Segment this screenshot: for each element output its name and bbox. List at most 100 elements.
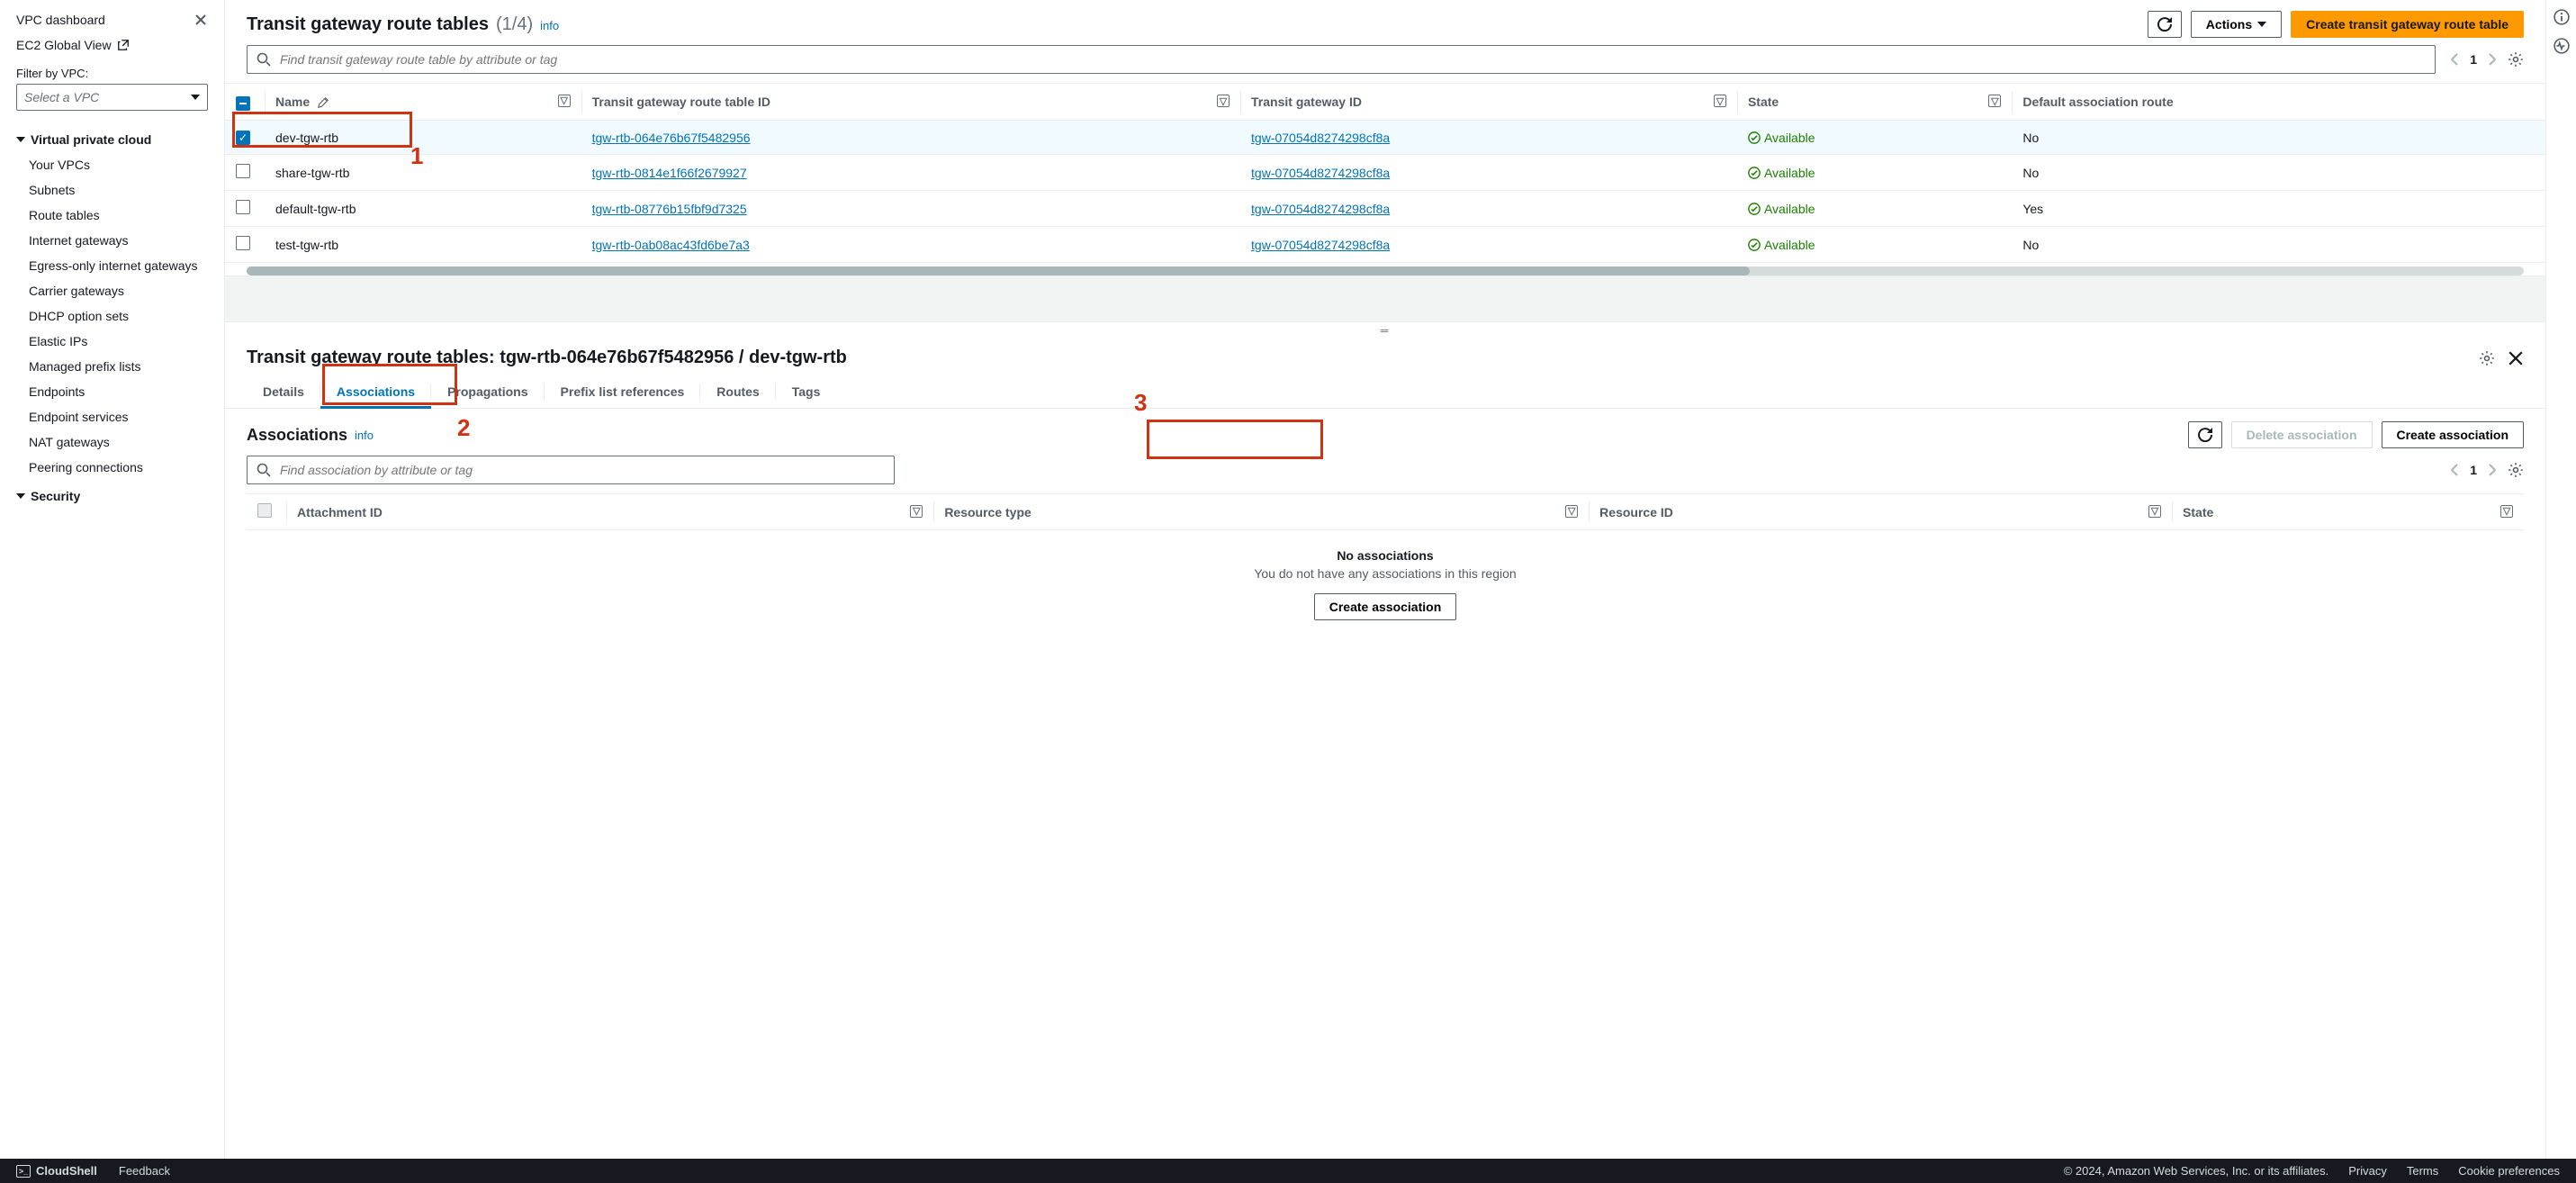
privacy-link[interactable]: Privacy [2348,1164,2387,1178]
next-page-icon[interactable] [2488,464,2497,476]
route-table-id-link[interactable]: tgw-rtb-064e76b67f5482956 [592,131,751,145]
cookie-preferences-link[interactable]: Cookie preferences [2458,1164,2560,1178]
actions-button[interactable]: Actions [2191,11,2282,38]
diagnostics-icon[interactable] [2553,38,2570,54]
settings-icon[interactable] [2508,51,2524,68]
associations-heading: Associations info [247,426,374,445]
row-checkbox[interactable]: ✓ [236,131,250,145]
sidebar-link[interactable]: Peering connections [16,455,208,480]
search-associations-input[interactable] [247,456,895,484]
transit-gateway-id-link[interactable]: tgw-07054d8274298cf8a [1251,238,1390,252]
panel-drag-handle[interactable]: ═ [225,321,2545,339]
state-badge: Available [1748,202,2001,216]
close-sidebar-icon[interactable] [194,13,208,27]
row-checkbox[interactable] [236,200,250,214]
tab-propagations[interactable]: Propagations [431,375,544,408]
table-row[interactable]: test-tgw-rtbtgw-rtb-0ab08ac43fd6be7a3tgw… [225,227,2545,263]
sort-icon[interactable]: ▽ [1217,95,1229,107]
select-all-checkbox[interactable] [236,96,250,111]
check-circle-icon [1748,131,1761,144]
caret-down-icon [16,493,25,499]
route-table-id-link[interactable]: tgw-rtb-0814e1f66f2679927 [592,166,747,180]
terms-link[interactable]: Terms [2407,1164,2438,1178]
sidebar-link[interactable]: Egress-only internet gateways [16,253,208,278]
section-virtual-private-cloud[interactable]: Virtual private cloud [16,123,208,152]
sidebar-link[interactable]: Subnets [16,177,208,203]
detail-panel-title: Transit gateway route tables: tgw-rtb-06… [247,348,847,368]
tab-details[interactable]: Details [247,375,320,408]
prev-page-icon[interactable] [2450,464,2459,476]
sidebar-link[interactable]: Endpoint services [16,404,208,429]
cell-default-assoc: No [2012,227,2545,263]
caret-down-icon [2257,22,2266,27]
sidebar-link[interactable]: Route tables [16,203,208,228]
table-row[interactable]: default-tgw-rtbtgw-rtb-08776b15fbf9d7325… [225,191,2545,227]
tab-associations[interactable]: Associations [320,375,431,408]
search-icon [257,52,271,67]
sort-icon[interactable]: ▽ [1565,505,1578,518]
sort-icon[interactable]: ▽ [1714,95,1726,107]
page-title: Transit gateway route tables (1/4) info [247,14,559,35]
create-association-button[interactable]: Create association [2382,421,2525,448]
sort-icon[interactable]: ▽ [910,505,923,518]
sort-icon[interactable]: ▽ [2148,505,2161,518]
sidebar-link[interactable]: Endpoints [16,379,208,404]
sidebar-link[interactable]: Managed prefix lists [16,354,208,379]
ec2-global-view-link[interactable]: EC2 Global View [16,32,208,58]
cloudshell-button[interactable]: >_ CloudShell [16,1164,97,1178]
sort-icon[interactable]: ▽ [2500,505,2513,518]
info-link[interactable]: info [355,429,374,442]
edit-icon[interactable] [317,96,329,109]
section-security[interactable]: Security [16,480,208,509]
tab-prefix-list-references[interactable]: Prefix list references [545,375,701,408]
state-badge: Available [1748,238,2001,252]
sidebar-link[interactable]: Carrier gateways [16,278,208,303]
transit-gateway-id-link[interactable]: tgw-07054d8274298cf8a [1251,166,1390,180]
cell-default-assoc: No [2012,121,2545,155]
transit-gateway-id-link[interactable]: tgw-07054d8274298cf8a [1251,131,1390,145]
row-checkbox[interactable] [236,164,250,178]
info-icon[interactable] [2553,9,2570,25]
sidebar-link[interactable]: Elastic IPs [16,329,208,354]
create-association-empty-button[interactable]: Create association [1314,593,1457,620]
transit-gateway-id-link[interactable]: tgw-07054d8274298cf8a [1251,202,1390,216]
state-badge: Available [1748,166,2001,180]
tab-routes[interactable]: Routes [700,375,775,408]
settings-icon[interactable] [2508,462,2524,478]
select-all-checkbox[interactable] [257,503,272,518]
refresh-button[interactable] [2148,11,2182,38]
row-checkbox[interactable] [236,236,250,250]
caret-down-icon [191,95,200,100]
check-circle-icon [1748,203,1761,215]
info-link[interactable]: info [540,19,559,32]
check-circle-icon [1748,167,1761,179]
route-table-id-link[interactable]: tgw-rtb-08776b15fbf9d7325 [592,202,747,216]
detail-tabs: DetailsAssociationsPropagationsPrefix li… [225,375,2545,409]
empty-state-subtitle: You do not have any associations in this… [247,566,2524,581]
settings-icon[interactable] [2479,350,2495,366]
sidebar-link[interactable]: Internet gateways [16,228,208,253]
tab-tags[interactable]: Tags [776,375,837,408]
horizontal-scrollbar[interactable] [247,266,2524,275]
sidebar-link[interactable]: Your VPCs [16,152,208,177]
route-table-id-link[interactable]: tgw-rtb-0ab08ac43fd6be7a3 [592,238,750,252]
sort-icon[interactable]: ▽ [558,95,571,107]
feedback-link[interactable]: Feedback [119,1164,170,1178]
sidebar-link[interactable]: NAT gateways [16,429,208,455]
external-link-icon [117,39,130,51]
vpc-filter-select[interactable]: Select a VPC [16,84,208,111]
vpc-dashboard-link[interactable]: VPC dashboard [16,13,105,27]
table-row[interactable]: share-tgw-rtbtgw-rtb-0814e1f66f2679927tg… [225,155,2545,191]
refresh-icon [2198,428,2212,442]
sidebar-link[interactable]: DHCP option sets [16,303,208,329]
sort-icon[interactable]: ▽ [1988,95,2001,107]
cloudshell-icon: >_ [16,1165,31,1178]
next-page-icon[interactable] [2488,53,2497,66]
check-circle-icon [1748,239,1761,251]
close-panel-icon[interactable] [2508,350,2524,366]
create-route-table-button[interactable]: Create transit gateway route table [2291,11,2524,38]
table-row[interactable]: ✓dev-tgw-rtbtgw-rtb-064e76b67f5482956tgw… [225,121,2545,155]
prev-page-icon[interactable] [2450,53,2459,66]
search-route-tables-input[interactable] [247,45,2436,74]
refresh-associations-button[interactable] [2188,421,2222,448]
